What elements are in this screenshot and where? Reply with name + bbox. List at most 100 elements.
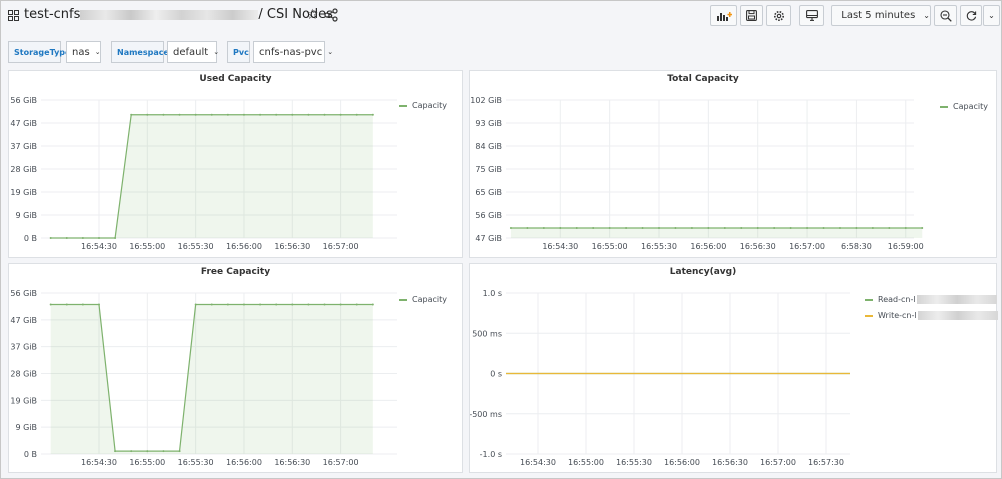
panel-free-capacity[interactable]: Free Capacity 0 B9 GiB 19 GiB 28 GiB 37 GiB… bbox=[8, 263, 463, 473]
chevron-down-icon: ⌄ bbox=[94, 48, 101, 56]
total-capacity-chart: 47 GiB 56 GiB 65 GiB 75 GiB 84 GiB 93 GiB 102 … bbox=[470, 96, 923, 251]
zoom-out-icon bbox=[939, 9, 952, 22]
x-tick-label: 16:57:00 bbox=[760, 458, 796, 467]
panel-latency-avg[interactable]: Latency(avg) -1.0 s -500 ms 0 s 500 ms 1.0 s… bbox=[469, 263, 998, 473]
data-point bbox=[575, 226, 578, 229]
variable-value: nas bbox=[72, 46, 90, 58]
data-point bbox=[542, 226, 545, 229]
data-point bbox=[904, 226, 907, 229]
refresh-interval-dropdown[interactable]: ⌄ bbox=[983, 5, 1000, 26]
x-tick-label: 16:56:00 bbox=[664, 458, 700, 467]
x-tick-label: 16:55:00 bbox=[592, 242, 628, 251]
variable-label-storagetype: StorageType bbox=[8, 41, 70, 63]
add-panel-icon bbox=[716, 11, 732, 21]
y-tick-label: 9 GiB bbox=[15, 423, 37, 432]
variable-value: default bbox=[173, 46, 209, 58]
data-point bbox=[242, 303, 245, 306]
x-tick-label: 16:55:00 bbox=[129, 458, 165, 467]
data-point bbox=[608, 226, 611, 229]
variable-select-pvc[interactable]: cnfs-nas-pvc ⌄ bbox=[253, 41, 333, 63]
legend-item[interactable]: Capacity bbox=[940, 102, 988, 111]
series-area bbox=[50, 304, 373, 454]
legend-item[interactable]: Capacity bbox=[399, 101, 447, 110]
series-area bbox=[510, 227, 923, 238]
legend-item[interactable]: Capacity bbox=[399, 295, 447, 304]
data-point bbox=[307, 303, 310, 306]
data-point bbox=[178, 113, 181, 116]
tv-mode-button[interactable] bbox=[799, 5, 824, 26]
data-point bbox=[806, 226, 809, 229]
x-tick-label: 16:55:30 bbox=[178, 458, 214, 467]
data-point bbox=[259, 113, 262, 116]
data-point bbox=[690, 226, 693, 229]
y-tick-label: 9 GiB bbox=[15, 211, 37, 220]
dashboard-title[interactable]: / CSI Nodes bbox=[258, 7, 333, 22]
add-panel-button[interactable] bbox=[710, 5, 737, 26]
y-tick-label: 93 GiB bbox=[475, 119, 502, 128]
dashboard-folder-name[interactable]: test-cnfs bbox=[24, 7, 80, 22]
variable-select-storagetype[interactable]: nas ⌄ bbox=[66, 41, 101, 63]
chevron-down-icon: ⌄ bbox=[923, 11, 930, 20]
data-point bbox=[723, 226, 726, 229]
legend-label: Read-cn-l bbox=[878, 295, 916, 304]
data-point bbox=[162, 113, 165, 116]
legend-label: Capacity bbox=[412, 295, 447, 304]
zoom-out-button[interactable] bbox=[934, 5, 957, 26]
data-point bbox=[178, 450, 181, 453]
x-tick-label: 16:56:30 bbox=[712, 458, 748, 467]
y-tick-label: 47 GiB bbox=[10, 119, 37, 128]
data-point bbox=[49, 237, 52, 239]
variable-select-namespace[interactable]: default ⌄ bbox=[167, 41, 219, 63]
data-point bbox=[855, 226, 858, 229]
y-tick-label: 56 GiB bbox=[10, 96, 37, 105]
breadcrumb[interactable]: test-cnfs / CSI Nodes bbox=[24, 7, 333, 22]
apps-icon[interactable] bbox=[8, 10, 19, 21]
data-point bbox=[371, 113, 374, 116]
legend-label: Write-cn-l bbox=[878, 311, 917, 320]
y-tick-label: 28 GiB bbox=[10, 370, 37, 379]
legend-item[interactable]: Write-cn-l bbox=[865, 311, 998, 320]
y-tick-label: 47 GiB bbox=[10, 316, 37, 325]
data-point bbox=[789, 226, 792, 229]
x-tick-label: 16:56:30 bbox=[740, 242, 776, 251]
time-range-label: Last 5 minutes bbox=[841, 10, 916, 21]
x-tick-label: 16:56:30 bbox=[274, 242, 310, 251]
save-dashboard-button[interactable] bbox=[740, 5, 763, 26]
y-tick-label: 0 B bbox=[24, 234, 37, 243]
star-icon[interactable]: ☆ bbox=[306, 7, 319, 23]
variable-label-namespace: Namespace bbox=[111, 41, 169, 63]
data-point bbox=[210, 113, 213, 116]
panel-total-capacity[interactable]: Total Capacity 47 GiB 56 GiB 65 GiB 75 GiB 8… bbox=[469, 70, 997, 258]
refresh-icon bbox=[966, 11, 976, 21]
chevron-down-icon: ⌄ bbox=[327, 48, 334, 56]
data-point bbox=[130, 450, 133, 453]
panel-used-capacity[interactable]: Used Capacity 0 B9 GiB 19 GiB 28 GiB 37 GiB… bbox=[8, 70, 463, 258]
data-point bbox=[756, 226, 759, 229]
x-tick-label: 16:54:30 bbox=[81, 242, 117, 251]
time-range-picker[interactable]: Last 5 minutes ⌄ bbox=[831, 5, 931, 26]
x-tick-label: 16:57:00 bbox=[323, 242, 359, 251]
data-point bbox=[355, 303, 358, 306]
y-tick-label: 19 GiB bbox=[10, 396, 37, 405]
data-point bbox=[146, 450, 149, 453]
refresh-button[interactable] bbox=[960, 5, 982, 26]
data-point bbox=[339, 113, 342, 116]
data-point bbox=[871, 226, 874, 229]
data-point bbox=[146, 113, 149, 116]
share-icon[interactable] bbox=[324, 8, 338, 22]
variable-value: cnfs-nas-pvc bbox=[259, 46, 323, 58]
data-point bbox=[194, 303, 197, 306]
data-point bbox=[114, 450, 117, 453]
data-point bbox=[371, 303, 374, 306]
redacted-text bbox=[80, 9, 259, 20]
data-point bbox=[97, 303, 100, 306]
dashboard-settings-button[interactable] bbox=[766, 5, 791, 26]
data-point bbox=[259, 303, 262, 306]
data-point bbox=[291, 303, 294, 306]
legend-item[interactable]: Read-cn-l bbox=[865, 295, 997, 304]
data-point bbox=[307, 113, 310, 116]
y-tick-label: 47 GiB bbox=[475, 234, 502, 243]
data-point bbox=[210, 303, 213, 306]
y-tick-label: 102 GiB bbox=[470, 96, 502, 105]
legend-label: Capacity bbox=[412, 101, 447, 110]
